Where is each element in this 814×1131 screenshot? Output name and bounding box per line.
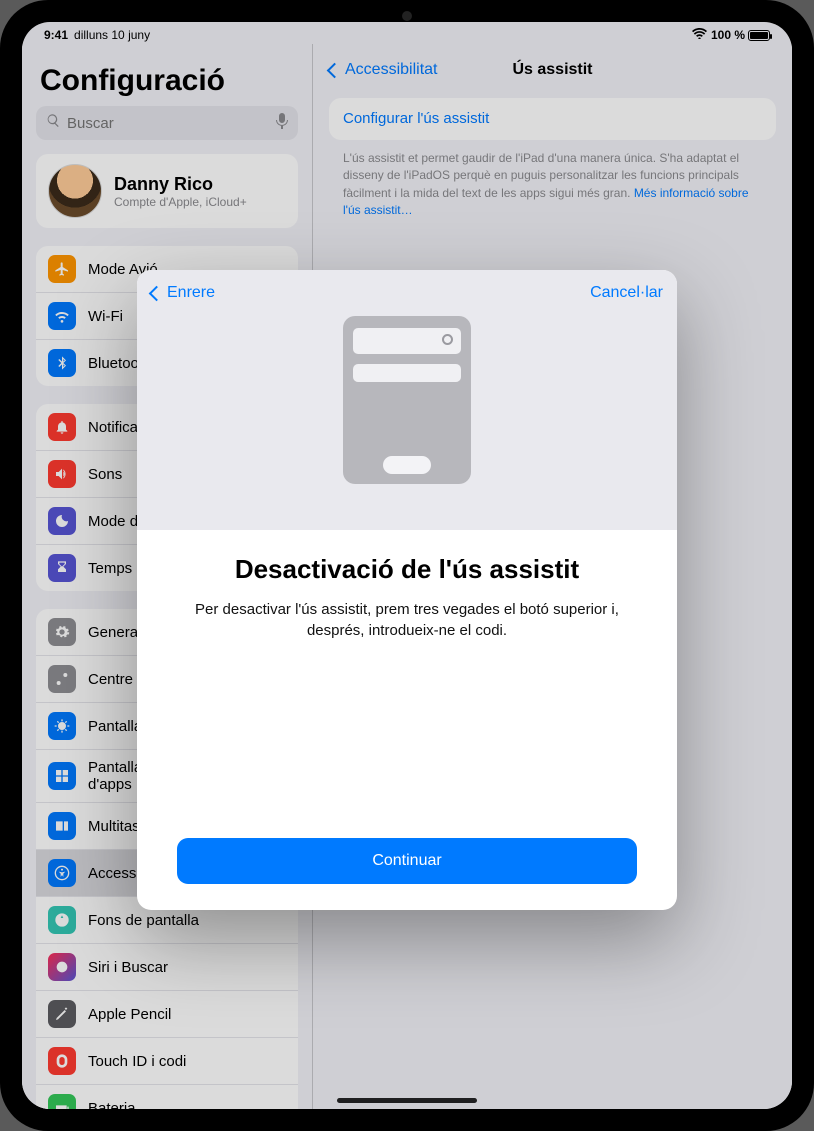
wallpaper-icon bbox=[48, 906, 76, 934]
profile-name: Danny Rico bbox=[114, 174, 247, 195]
airplane-icon bbox=[48, 255, 76, 283]
siri-icon bbox=[48, 953, 76, 981]
modal-back-button[interactable]: Enrere bbox=[151, 284, 215, 302]
sidebar-item-siri[interactable]: Siri i Buscar bbox=[36, 943, 298, 990]
wifi-icon bbox=[692, 28, 707, 42]
fingerprint-icon bbox=[48, 1047, 76, 1075]
modal-heading: Desactivació de l'ús assistit bbox=[235, 554, 579, 585]
brightness-icon bbox=[48, 712, 76, 740]
configure-card[interactable]: Configurar l'ús assistit bbox=[329, 98, 776, 140]
status-bar: 9:41 dilluns 10 juny 100 % bbox=[22, 22, 792, 44]
bluetooth-icon bbox=[48, 349, 76, 377]
avatar bbox=[48, 164, 102, 218]
search-field[interactable] bbox=[36, 106, 298, 140]
gear-icon bbox=[48, 618, 76, 646]
multitask-icon bbox=[48, 812, 76, 840]
continue-button[interactable]: Continuar bbox=[177, 838, 637, 884]
battery-icon bbox=[48, 1094, 76, 1109]
search-icon bbox=[46, 113, 61, 133]
profile-subtitle: Compte d'Apple, iCloud+ bbox=[114, 195, 247, 209]
sidebar-item-pencil[interactable]: Apple Pencil bbox=[36, 990, 298, 1037]
modal-body: Per desactivar l'ús assistit, prem tres … bbox=[177, 599, 637, 641]
status-date: dilluns 10 juny bbox=[74, 28, 150, 42]
sidebar-title: Configuració bbox=[36, 50, 298, 106]
detail-title: Ús assistit bbox=[512, 61, 592, 79]
front-camera bbox=[402, 11, 412, 21]
wifi-icon bbox=[48, 302, 76, 330]
moon-icon bbox=[48, 507, 76, 535]
status-time: 9:41 bbox=[44, 28, 68, 42]
search-input[interactable] bbox=[67, 115, 270, 132]
grid-icon bbox=[48, 762, 76, 790]
hourglass-icon bbox=[48, 554, 76, 582]
ipad-frame: 9:41 dilluns 10 juny 100 % Configuració bbox=[0, 0, 814, 1131]
profile-card[interactable]: Danny Rico Compte d'Apple, iCloud+ bbox=[36, 154, 298, 228]
configure-link[interactable]: Configurar l'ús assistit bbox=[343, 110, 489, 127]
modal-hero: Enrere Cancel·lar bbox=[137, 270, 677, 530]
back-button[interactable]: Accessibilitat bbox=[329, 61, 437, 79]
battery-indicator: 100 % bbox=[711, 28, 770, 42]
switches-icon bbox=[48, 665, 76, 693]
sidebar-item-battery[interactable]: Bateria bbox=[36, 1084, 298, 1109]
detail-footer: L'ús assistit et permet gaudir de l'iPad… bbox=[329, 150, 776, 220]
bell-icon bbox=[48, 413, 76, 441]
modal-cancel-button[interactable]: Cancel·lar bbox=[590, 284, 663, 302]
home-indicator[interactable] bbox=[337, 1098, 477, 1103]
screen: 9:41 dilluns 10 juny 100 % Configuració bbox=[22, 22, 792, 1109]
illustration-device bbox=[343, 316, 471, 484]
pencil-icon bbox=[48, 1000, 76, 1028]
sidebar-item-touchid[interactable]: Touch ID i codi bbox=[36, 1037, 298, 1084]
modal-sheet: Enrere Cancel·lar Desactivació de l'ús a… bbox=[137, 270, 677, 910]
speaker-icon bbox=[48, 460, 76, 488]
detail-nav: Accessibilitat Ús assistit bbox=[329, 50, 776, 90]
dictate-icon[interactable] bbox=[276, 113, 288, 134]
accessibility-icon bbox=[48, 859, 76, 887]
